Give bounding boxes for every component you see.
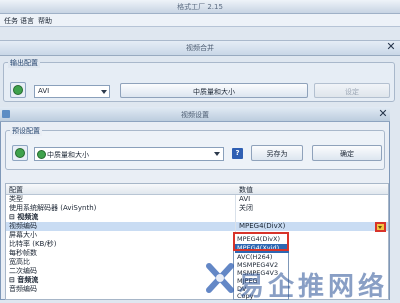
grid-row-value: MPEG4(DivX)	[239, 222, 286, 230]
grid-row[interactable]: 类型 AVI	[6, 195, 388, 204]
help-icon[interactable]: ?	[232, 148, 243, 159]
merge-dialog-title: 视频合并	[186, 44, 214, 52]
grid-row-key: 使用系统解码器 (AviSynth)	[9, 204, 97, 212]
grid-header-value-label: 数值	[239, 186, 253, 194]
grid-row[interactable]: 比特率 (KB/秒)	[6, 240, 388, 249]
grid-row-key: 每秒帧数	[9, 249, 37, 257]
app-title: 格式工厂 2.15	[177, 3, 223, 11]
grid-row[interactable]: 每秒帧数	[6, 249, 388, 258]
grid-row-value: AVI	[239, 195, 251, 203]
chevron-down-icon[interactable]	[101, 90, 107, 94]
grid-row-value: 关闭	[239, 204, 253, 212]
preset-select-value: 中质量和大小	[47, 151, 89, 159]
quality-button-label: 中质量和大小	[193, 88, 235, 96]
grid-header-value[interactable]: 数值	[236, 184, 388, 195]
grid-row-key: 音频编码	[9, 285, 37, 293]
save-as-button-label: 另存为	[266, 150, 288, 158]
grid-row[interactable]: 使用系统解码器 (AviSynth) 关闭	[6, 204, 388, 213]
grid-row-key: 视频编码	[9, 222, 37, 230]
menu-item-language[interactable]: 语言	[20, 16, 34, 26]
video-settings-title: 视频设置	[181, 111, 209, 119]
merge-dialog-close-icon[interactable]: ✕	[382, 40, 400, 54]
grid-row-key: ⊟ 音频流	[9, 276, 39, 284]
menu-item-task[interactable]: 任务	[4, 16, 18, 26]
grid-header-setting[interactable]: 配置	[6, 184, 236, 195]
grid-row-key: ⊟ 视频流	[9, 213, 39, 221]
annotation-highlight-box	[233, 232, 289, 251]
menu-item-help[interactable]: 帮助	[38, 16, 52, 26]
menu-bar: 任务 语言 帮助	[0, 14, 400, 27]
grid-header-setting-label: 配置	[9, 186, 23, 194]
video-settings-close-icon[interactable]: ✕	[376, 107, 390, 121]
video-file-icon	[12, 145, 28, 161]
grid-row-key: 屏幕大小	[9, 231, 37, 239]
chevron-down-icon[interactable]	[214, 152, 220, 156]
watermark-logo-icon	[206, 263, 234, 293]
ok-button-label: 确定	[340, 150, 354, 158]
output-format-value: AVI	[38, 87, 50, 95]
grid-row-key: 二次编码	[9, 267, 37, 275]
grid-row-key: 宽高比	[9, 258, 30, 266]
preset-quality-icon	[37, 150, 46, 159]
grid-row-video-codec[interactable]: 视频编码 MPEG4(DivX)	[6, 222, 388, 231]
preset-config-label: 预设配置	[10, 126, 42, 136]
output-settings-label: 设定	[345, 88, 359, 96]
grid-section-video[interactable]: ⊟ 视频流	[6, 213, 388, 222]
output-config-label: 输出配置	[8, 58, 40, 68]
grid-row-key: 类型	[9, 195, 23, 203]
watermark-text: 易企推网络	[238, 272, 389, 302]
video-file-icon	[10, 82, 26, 98]
grid-row[interactable]: 屏幕大小	[6, 231, 388, 240]
chevron-down-icon	[378, 226, 382, 229]
grid-row-key: 比特率 (KB/秒)	[9, 240, 57, 248]
